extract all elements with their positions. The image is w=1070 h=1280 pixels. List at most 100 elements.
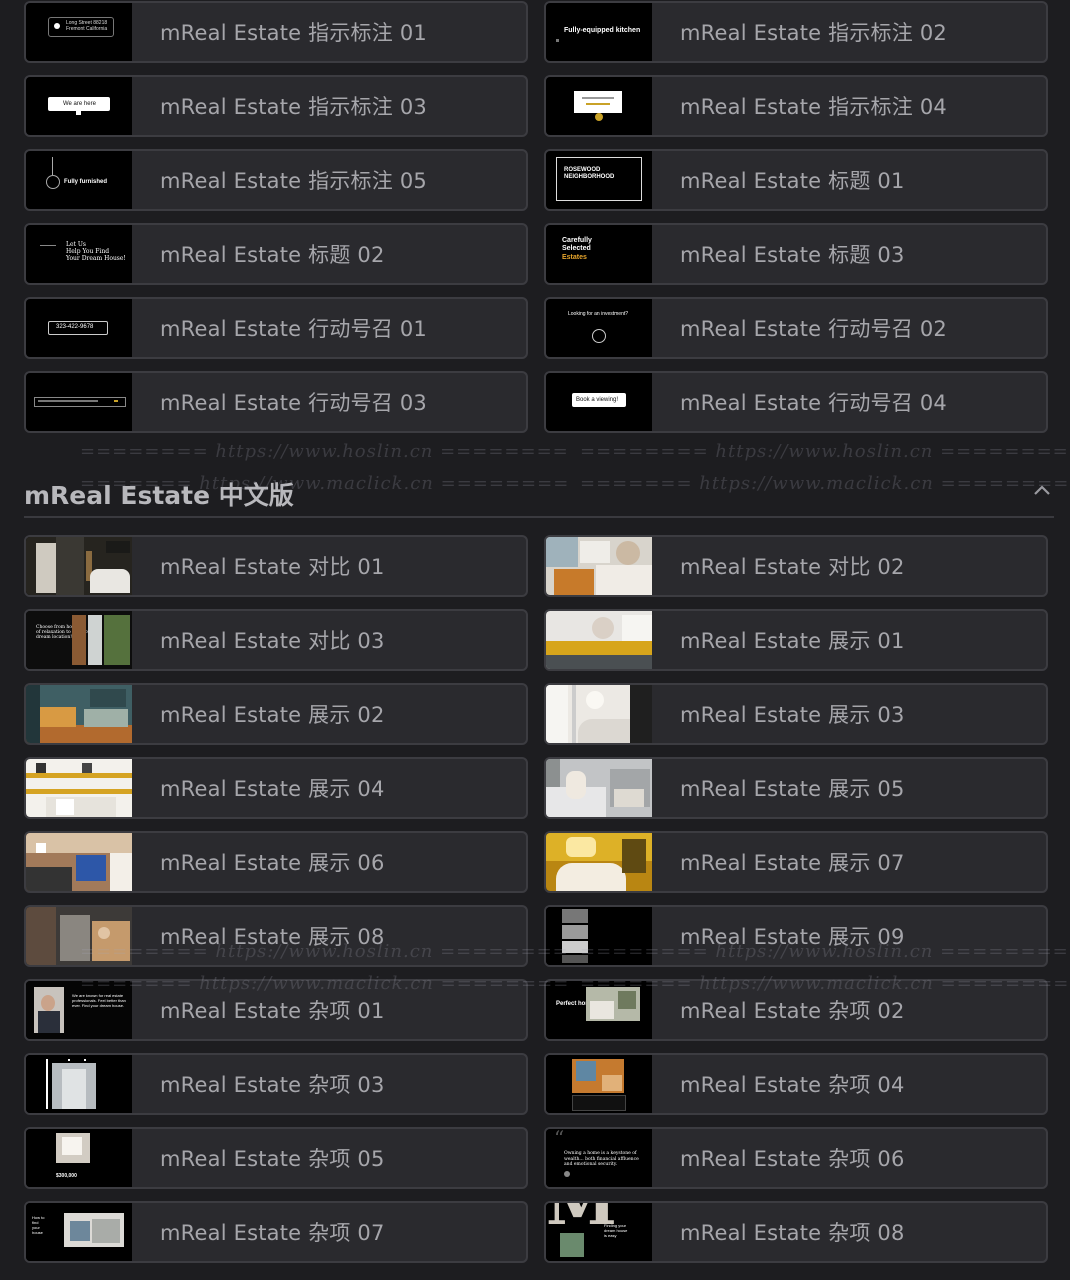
- chevron-up-icon[interactable]: [1032, 480, 1052, 500]
- template-thumbnail: [546, 537, 652, 595]
- template-item[interactable]: Let Us Help You Find Your Dream House! mRea…: [24, 223, 528, 285]
- template-grid-top: Long Street 88218 Fremont California mReal…: [24, 1, 1048, 433]
- template-thumbnail: Fully furnished: [26, 151, 132, 209]
- template-item[interactable]: Long Street 88218 Fremont California mReal…: [24, 1, 528, 63]
- template-thumbnail: [26, 373, 132, 431]
- template-label: mReal Estate 杂项 01: [160, 999, 385, 1023]
- template-label: mReal Estate 展示 04: [160, 777, 385, 801]
- template-item[interactable]: ROSEWOOD NEIGHBORHOOD mReal Estate 标题 01: [544, 149, 1048, 211]
- template-label: mReal Estate 展示 03: [680, 703, 905, 727]
- template-item[interactable]: Fully furnished mReal Estate 指示标注 05: [24, 149, 528, 211]
- template-label: mReal Estate 行动号召 04: [680, 391, 947, 415]
- template-item[interactable]: “Owning a home is a keystone of wealth...…: [544, 1127, 1048, 1189]
- template-label: mReal Estate 杂项 07: [160, 1221, 385, 1245]
- template-item[interactable]: $300,000 mReal Estate 杂项 05: [24, 1127, 528, 1189]
- template-thumbnail: Long Street 88218 Fremont California: [26, 3, 132, 61]
- template-label: mReal Estate 指示标注 04: [680, 95, 947, 119]
- template-label: mReal Estate 对比 03: [160, 629, 385, 653]
- template-thumbnail: MFinding yourdream houseis easy: [546, 1203, 652, 1261]
- template-label: mReal Estate 杂项 05: [160, 1147, 385, 1171]
- template-item[interactable]: mReal Estate 行动号召 03: [24, 371, 528, 433]
- template-thumbnail: Book a viewing!: [546, 373, 652, 431]
- template-label: mReal Estate 指示标注 02: [680, 21, 947, 45]
- section-title: mReal Estate 中文版: [24, 481, 294, 510]
- template-item[interactable]: mReal Estate 展示 09: [544, 905, 1048, 967]
- template-thumbnail: $300,000: [26, 1129, 132, 1187]
- template-thumbnail: Let Us Help You Find Your Dream House!: [26, 225, 132, 283]
- template-label: mReal Estate 展示 06: [160, 851, 385, 875]
- template-thumbnail: [26, 1055, 132, 1113]
- template-label: mReal Estate 行动号召 03: [160, 391, 427, 415]
- template-item[interactable]: mReal Estate 展示 02: [24, 683, 528, 745]
- template-thumbnail: [546, 907, 652, 965]
- template-thumbnail: Fully-equipped kitchen: [546, 3, 652, 61]
- template-label: mReal Estate 指示标注 03: [160, 95, 427, 119]
- template-item[interactable]: mReal Estate 展示 05: [544, 757, 1048, 819]
- template-label: mReal Estate 行动号召 02: [680, 317, 947, 341]
- template-thumbnail: How to find your house: [26, 1203, 132, 1261]
- template-item[interactable]: How to find your house mReal Estate 杂项 07: [24, 1201, 528, 1263]
- template-item[interactable]: mReal Estate 展示 04: [24, 757, 528, 819]
- template-thumbnail: Looking for an investment?: [546, 299, 652, 357]
- template-label: mReal Estate 展示 02: [160, 703, 385, 727]
- template-thumbnail: [26, 907, 132, 965]
- template-item[interactable]: mReal Estate 杂项 03: [24, 1053, 528, 1115]
- template-label: mReal Estate 杂项 06: [680, 1147, 905, 1171]
- template-thumbnail: [546, 833, 652, 891]
- template-item[interactable]: Choose from homes of relaxation to find y…: [24, 609, 528, 671]
- template-label: mReal Estate 标题 01: [680, 169, 905, 193]
- template-item[interactable]: mReal Estate 展示 01: [544, 609, 1048, 671]
- template-thumbnail: “Owning a home is a keystone of wealth...…: [546, 1129, 652, 1187]
- template-label: mReal Estate 杂项 04: [680, 1073, 905, 1097]
- template-item[interactable]: We are known for real estate professional…: [24, 979, 528, 1041]
- template-thumbnail: [546, 611, 652, 669]
- template-thumbnail: [546, 77, 652, 135]
- template-label: mReal Estate 展示 09: [680, 925, 905, 949]
- template-label: mReal Estate 杂项 02: [680, 999, 905, 1023]
- template-item[interactable]: MFinding yourdream houseis easy mReal Est…: [544, 1201, 1048, 1263]
- template-label: mReal Estate 杂项 08: [680, 1221, 905, 1245]
- template-item[interactable]: Carefully Selected Estates mReal Estate 标题 …: [544, 223, 1048, 285]
- section-header[interactable]: mReal Estate 中文版: [24, 470, 1054, 518]
- template-item[interactable]: mReal Estate 展示 07: [544, 831, 1048, 893]
- template-thumbnail: ROSEWOOD NEIGHBORHOOD: [546, 151, 652, 209]
- template-thumbnail: Choose from homes of relaxation to find y…: [26, 611, 132, 669]
- template-label: mReal Estate 指示标注 05: [160, 169, 427, 193]
- template-thumbnail: [26, 537, 132, 595]
- template-label: mReal Estate 对比 02: [680, 555, 905, 579]
- template-label: mReal Estate 展示 05: [680, 777, 905, 801]
- template-item[interactable]: mReal Estate 展示 08: [24, 905, 528, 967]
- template-item[interactable]: mReal Estate 展示 03: [544, 683, 1048, 745]
- template-label: mReal Estate 展示 07: [680, 851, 905, 875]
- template-item[interactable]: mReal Estate 杂项 04: [544, 1053, 1048, 1115]
- template-thumbnail: [546, 1055, 652, 1113]
- template-label: mReal Estate 对比 01: [160, 555, 385, 579]
- template-item[interactable]: mReal Estate 对比 01: [24, 535, 528, 597]
- template-label: mReal Estate 展示 08: [160, 925, 385, 949]
- template-label: mReal Estate 标题 03: [680, 243, 905, 267]
- template-thumbnail: Carefully Selected Estates: [546, 225, 652, 283]
- template-item[interactable]: Book a viewing! mReal Estate 行动号召 04: [544, 371, 1048, 433]
- template-item[interactable]: 323-422-9678 mReal Estate 行动号召 01: [24, 297, 528, 359]
- template-thumbnail: [26, 833, 132, 891]
- template-label: mReal Estate 行动号召 01: [160, 317, 427, 341]
- template-item[interactable]: mReal Estate 对比 02: [544, 535, 1048, 597]
- template-thumbnail: Perfect home: [546, 981, 652, 1039]
- template-item[interactable]: Perfect home mReal Estate 杂项 02: [544, 979, 1048, 1041]
- template-item[interactable]: mReal Estate 指示标注 04: [544, 75, 1048, 137]
- template-item[interactable]: Looking for an investment? mReal Estate 行…: [544, 297, 1048, 359]
- template-label: mReal Estate 指示标注 01: [160, 21, 427, 45]
- template-thumbnail: [546, 685, 652, 743]
- template-label: mReal Estate 杂项 03: [160, 1073, 385, 1097]
- template-grid-bottom: mReal Estate 对比 01 mReal Estate 对比 02 Choo…: [24, 535, 1048, 1263]
- template-label: mReal Estate 展示 01: [680, 629, 905, 653]
- template-thumbnail: We are here: [26, 77, 132, 135]
- template-item[interactable]: We are here mReal Estate 指示标注 03: [24, 75, 528, 137]
- template-item[interactable]: mReal Estate 展示 06: [24, 831, 528, 893]
- template-thumbnail: [26, 685, 132, 743]
- watermark: ======== https://www.hoslin.cn ========: [580, 441, 1069, 462]
- template-thumbnail: [546, 759, 652, 817]
- template-thumbnail: [26, 759, 132, 817]
- watermark: ======== https://www.hoslin.cn ========: [80, 441, 569, 462]
- template-item[interactable]: Fully-equipped kitchen mReal Estate 指示标注 …: [544, 1, 1048, 63]
